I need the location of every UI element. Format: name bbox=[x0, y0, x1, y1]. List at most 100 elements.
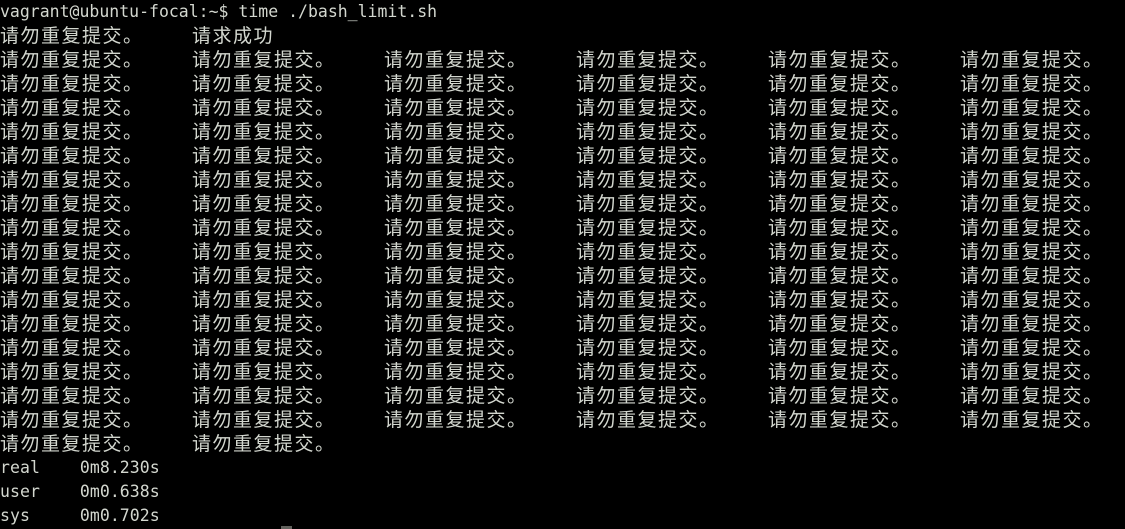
output-line: 请勿重复提交。 请勿重复提交。 请勿重复提交。 请勿重复提交。 请勿重复提交。 请勿重复提… bbox=[0, 96, 1125, 120]
output-message: 请勿重复提交。 bbox=[384, 97, 528, 119]
output-message: 请勿重复提交。 bbox=[960, 49, 1104, 71]
output-message: 请勿重复提交。 bbox=[192, 49, 336, 71]
output-message: 请勿重复提交。 bbox=[576, 145, 720, 167]
output-message: 请勿重复提交。 bbox=[0, 49, 144, 71]
output-message: 请勿重复提交。 bbox=[0, 121, 144, 143]
output-message: 请勿重复提交。 bbox=[384, 145, 528, 167]
output-message: 请勿重复提交。 bbox=[960, 121, 1104, 143]
output-message: 请勿重复提交。 bbox=[192, 433, 336, 455]
output-message: 请勿重复提交。 bbox=[192, 313, 336, 335]
output-message: 请勿重复提交。 bbox=[192, 265, 336, 287]
timing-real-gap bbox=[40, 458, 80, 477]
output-message: 请勿重复提交。 bbox=[384, 313, 528, 335]
output-message: 请求成功 bbox=[192, 25, 275, 47]
output-message: 请勿重复提交。 bbox=[192, 241, 336, 263]
output-message: 请勿重复提交。 bbox=[0, 169, 144, 191]
output-message: 请勿重复提交。 bbox=[192, 385, 336, 407]
output-message: 请勿重复提交。 bbox=[0, 145, 144, 167]
output-message: 请勿重复提交。 bbox=[768, 97, 912, 119]
output-message: 请勿重复提交。 bbox=[384, 217, 528, 239]
timing-sys-line: sys 0m0.702s bbox=[0, 504, 1125, 528]
output-line: 请勿重复提交。 请勿重复提交。 请勿重复提交。 请勿重复提交。 请勿重复提交。 请勿重复提… bbox=[0, 72, 1125, 96]
timing-user-line: user 0m0.638s bbox=[0, 480, 1125, 504]
output-message: 请勿重复提交。 bbox=[768, 241, 912, 263]
output-message: 请勿重复提交。 bbox=[192, 145, 336, 167]
output-message: 请勿重复提交。 bbox=[960, 409, 1104, 431]
output-message: 请勿重复提交。 bbox=[0, 433, 144, 455]
output-message: 请勿重复提交。 bbox=[576, 73, 720, 95]
output-message: 请勿重复提交。 bbox=[768, 73, 912, 95]
output-message: 请勿重复提交。 bbox=[768, 193, 912, 215]
output-message: 请勿重复提交。 bbox=[576, 289, 720, 311]
output-message: 请勿重复提交。 bbox=[0, 409, 144, 431]
output-message: 请勿重复提交。 bbox=[0, 193, 144, 215]
output-message: 请勿重复提交。 bbox=[960, 385, 1104, 407]
output-message: 请勿重复提交。 bbox=[384, 121, 528, 143]
output-message: 请勿重复提交。 bbox=[768, 361, 912, 383]
output-line: 请勿重复提交。 请勿重复提交。 请勿重复提交。 请勿重复提交。 请勿重复提交。 请勿重复提… bbox=[0, 240, 1125, 264]
output-message: 请勿重复提交。 bbox=[192, 409, 336, 431]
output-message: 请勿重复提交。 bbox=[576, 217, 720, 239]
output-line: 请勿重复提交。 请勿重复提交。 请勿重复提交。 请勿重复提交。 请勿重复提交。 请勿重复提… bbox=[0, 360, 1125, 384]
output-message: 请勿重复提交。 bbox=[192, 217, 336, 239]
output-message: 请勿重复提交。 bbox=[576, 241, 720, 263]
terminal-window[interactable]: vagrant@ubuntu-focal:~$ time ./bash_limi… bbox=[0, 0, 1125, 529]
output-message: 请勿重复提交。 bbox=[576, 49, 720, 71]
output-message: 请勿重复提交。 bbox=[576, 265, 720, 287]
output-message: 请勿重复提交。 bbox=[960, 337, 1104, 359]
output-message: 请勿重复提交。 bbox=[384, 73, 528, 95]
output-message: 请勿重复提交。 bbox=[384, 169, 528, 191]
output-message: 请勿重复提交。 bbox=[0, 385, 144, 407]
timing-real-value: 0m8.230s bbox=[79, 458, 160, 477]
output-message: 请勿重复提交。 bbox=[0, 73, 144, 95]
output-message: 请勿重复提交。 bbox=[576, 121, 720, 143]
timing-sys-gap bbox=[30, 506, 80, 525]
output-message: 请勿重复提交。 bbox=[768, 121, 912, 143]
prompt-text: vagrant@ubuntu-focal:~$ time ./bash_limi… bbox=[0, 2, 438, 21]
output-line: 请勿重复提交。 请勿重复提交。 请勿重复提交。 请勿重复提交。 请勿重复提交。 请勿重复提… bbox=[0, 144, 1125, 168]
output-message: 请勿重复提交。 bbox=[768, 265, 912, 287]
output-message: 请勿重复提交。 bbox=[576, 337, 720, 359]
output-message: 请勿重复提交。 bbox=[0, 217, 144, 239]
output-message: 请勿重复提交。 bbox=[192, 169, 336, 191]
output-message: 请勿重复提交。 bbox=[0, 361, 144, 383]
output-message: 请勿重复提交。 bbox=[384, 361, 528, 383]
output-message: 请勿重复提交。 bbox=[384, 265, 528, 287]
output-message: 请勿重复提交。 bbox=[768, 385, 912, 407]
output-message: 请勿重复提交。 bbox=[192, 193, 336, 215]
output-message: 请勿重复提交。 bbox=[384, 409, 528, 431]
output-line: 请勿重复提交。 请勿重复提交。 请勿重复提交。 请勿重复提交。 请勿重复提交。 请勿重复提… bbox=[0, 384, 1125, 408]
prompt-command-line: vagrant@ubuntu-focal:~$ time ./bash_limi… bbox=[0, 0, 1125, 24]
output-message: 请勿重复提交。 bbox=[0, 337, 144, 359]
output-message: 请勿重复提交。 bbox=[384, 193, 528, 215]
timing-sys-label: sys bbox=[0, 506, 30, 525]
output-line: 请勿重复提交。 请勿重复提交。 请勿重复提交。 请勿重复提交。 请勿重复提交。 请勿重复提… bbox=[0, 336, 1125, 360]
output-line: 请勿重复提交。 请勿重复提交。 请勿重复提交。 请勿重复提交。 请勿重复提交。 请勿重复提… bbox=[0, 264, 1125, 288]
output-message: 请勿重复提交。 bbox=[0, 289, 144, 311]
output-line: 请勿重复提交。 请勿重复提交。 请勿重复提交。 请勿重复提交。 请勿重复提交。 请勿重复提… bbox=[0, 288, 1125, 312]
output-message: 请勿重复提交。 bbox=[960, 145, 1104, 167]
terminal-output: 请勿重复提交。 请求成功 请勿重复提交。 请勿重复提交。 请勿重复提交。 请勿重复提交。请… bbox=[0, 24, 1125, 456]
output-message: 请勿重复提交。 bbox=[960, 217, 1104, 239]
output-line: 请勿重复提交。 请勿重复提交。 请勿重复提交。 请勿重复提交。 请勿重复提交。 请勿重复提… bbox=[0, 168, 1125, 192]
output-message: 请勿重复提交。 bbox=[768, 217, 912, 239]
timing-real-label: real bbox=[0, 458, 40, 477]
output-message: 请勿重复提交。 bbox=[768, 409, 912, 431]
output-line: 请勿重复提交。 请勿重复提交。 请勿重复提交。 请勿重复提交。 请勿重复提交。 请勿重复提… bbox=[0, 48, 1125, 72]
output-message: 请勿重复提交。 bbox=[768, 169, 912, 191]
timing-real-line: real 0m8.230s bbox=[0, 456, 1125, 480]
output-message: 请勿重复提交。 bbox=[576, 409, 720, 431]
output-message: 请勿重复提交。 bbox=[0, 265, 144, 287]
output-message: 请勿重复提交。 bbox=[960, 193, 1104, 215]
timing-user-value: 0m0.638s bbox=[79, 482, 160, 501]
output-message: 请勿重复提交。 bbox=[960, 361, 1104, 383]
output-message: 请勿重复提交。 bbox=[0, 25, 144, 47]
output-message: 请勿重复提交。 bbox=[768, 49, 912, 71]
output-message: 请勿重复提交。 bbox=[576, 385, 720, 407]
timing-user-gap bbox=[40, 482, 80, 501]
output-message: 请勿重复提交。 bbox=[576, 169, 720, 191]
output-message: 请勿重复提交。 bbox=[768, 289, 912, 311]
output-message: 请勿重复提交。 bbox=[384, 49, 528, 71]
output-message: 请勿重复提交。 bbox=[960, 289, 1104, 311]
output-line: 请勿重复提交。 请勿重复提交。 请勿重复提交。 请勿重复提交。 请勿重复提交。 请勿重复提… bbox=[0, 312, 1125, 336]
